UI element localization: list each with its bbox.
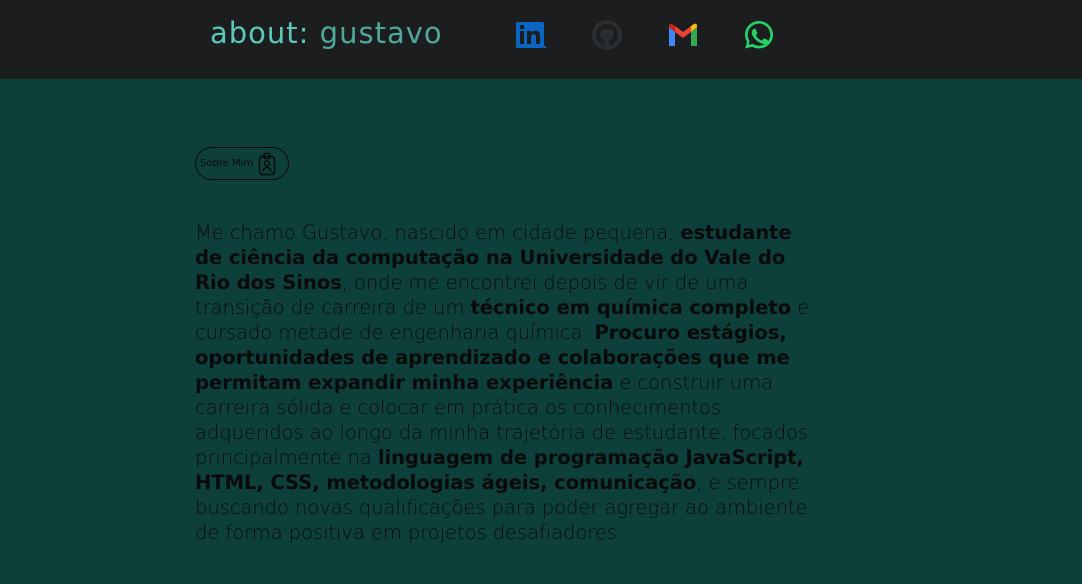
github-link[interactable]	[590, 18, 624, 52]
brand-prefix: about:	[210, 16, 310, 50]
about-bio: Me chamo Gustavo, nascido em cidade pequ…	[195, 220, 817, 545]
bio-text: Me chamo Gustavo, nascido em cidade pequ…	[195, 221, 681, 244]
whatsapp-link[interactable]	[742, 18, 776, 52]
whatsapp-icon	[745, 21, 773, 49]
id-badge-icon	[258, 152, 276, 175]
linkedin-link[interactable]	[514, 18, 548, 52]
linkedin-icon	[516, 22, 546, 48]
github-icon	[592, 20, 622, 50]
gmail-icon	[669, 23, 697, 46]
brand-name: gustavo	[309, 16, 443, 50]
gmail-link[interactable]	[666, 18, 700, 52]
brand-title[interactable]: about: gustavo	[210, 16, 443, 50]
top-header: about: gustavo	[0, 0, 1082, 79]
sobre-mim-badge[interactable]: Sobre Mim	[195, 147, 289, 180]
sobre-mim-label: Sobre Mim	[200, 158, 254, 169]
bio-highlight: técnico em química completo	[470, 296, 791, 319]
